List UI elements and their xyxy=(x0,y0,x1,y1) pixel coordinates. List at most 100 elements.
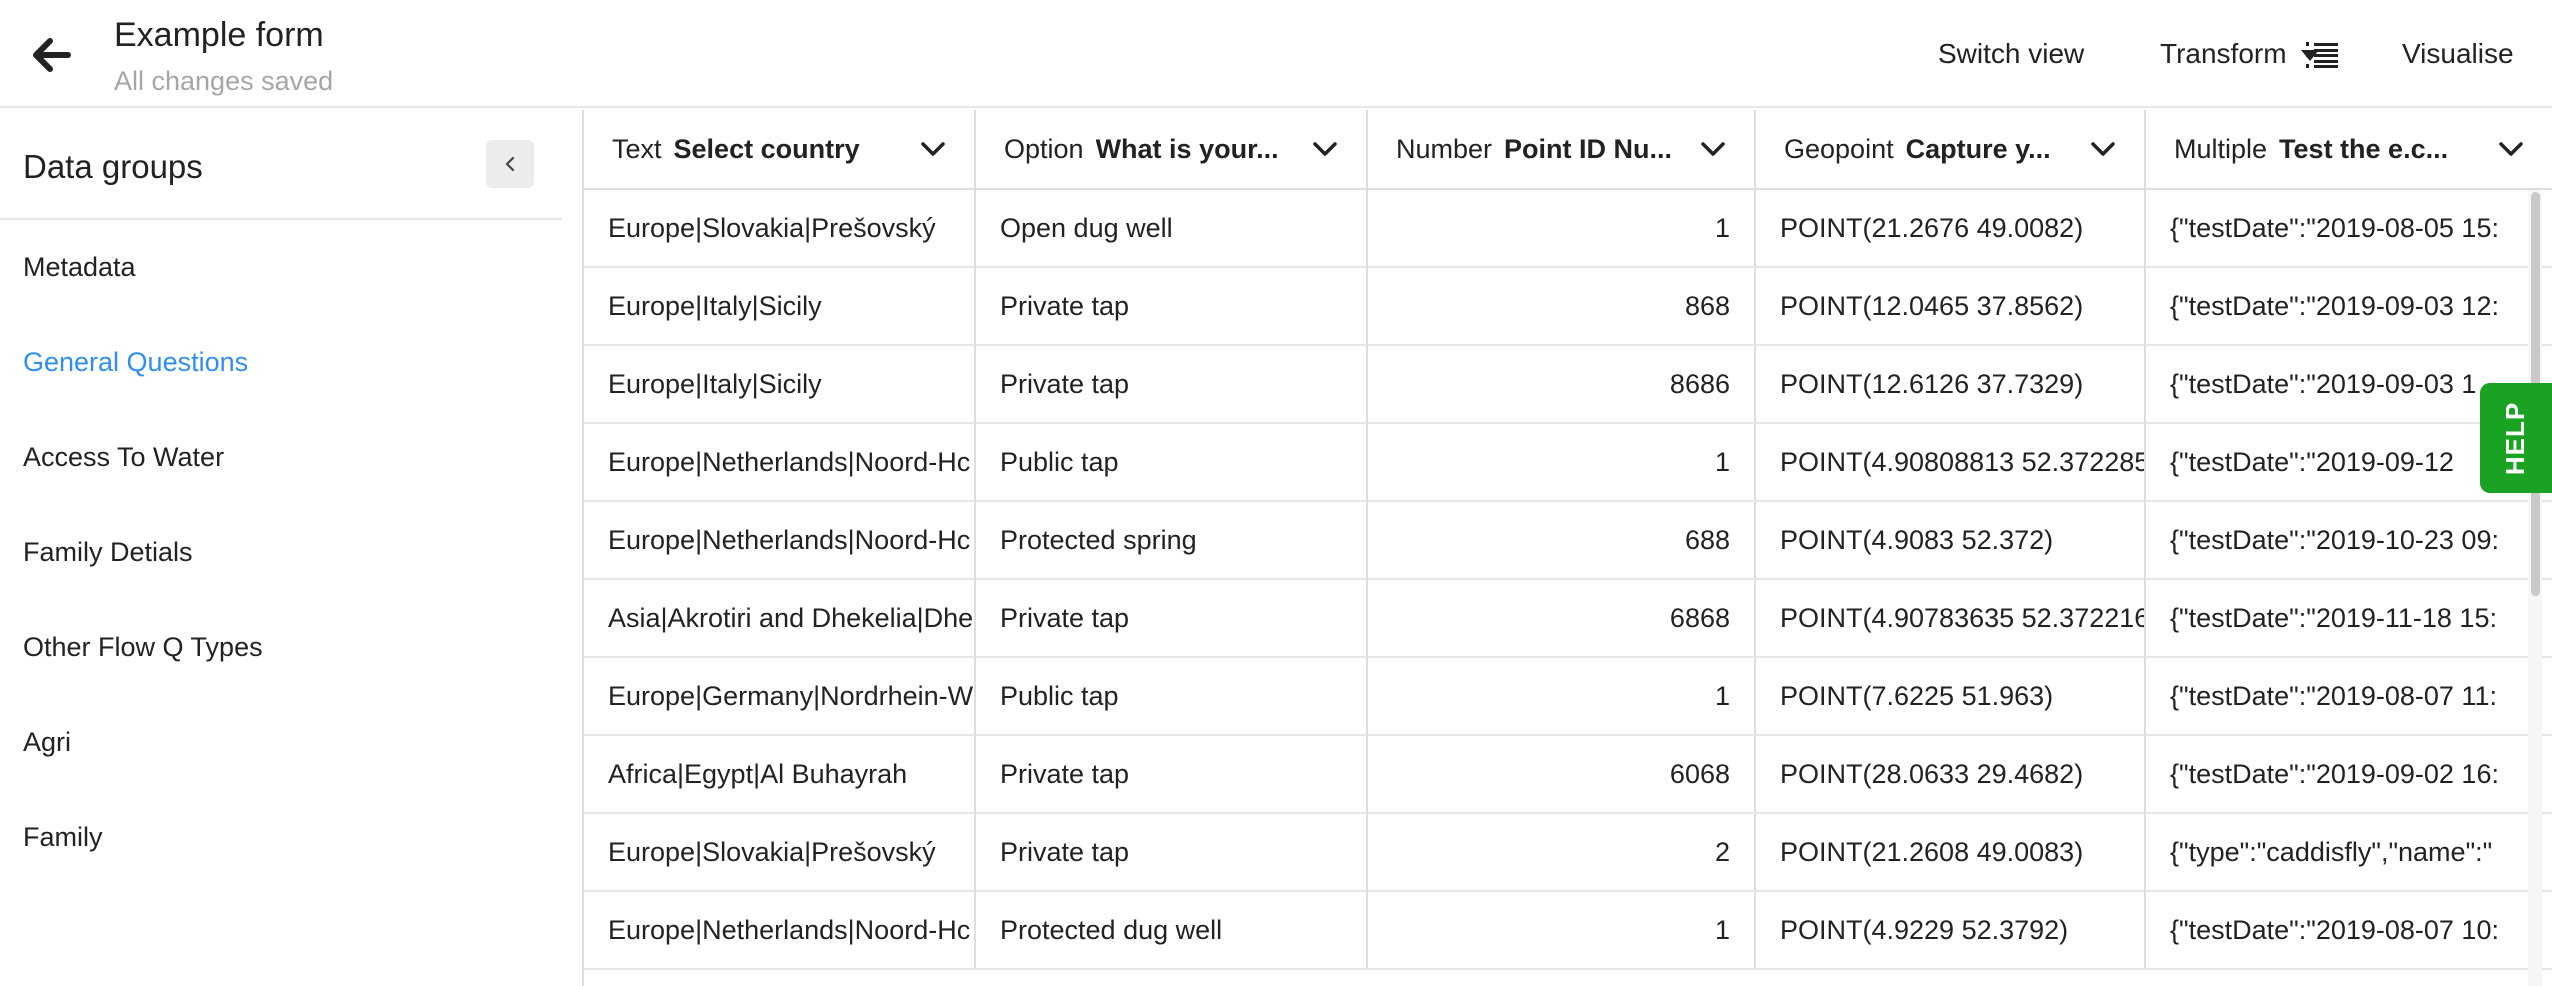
chevron-down-icon xyxy=(1701,142,1725,156)
table-cell[interactable]: POINT(4.9229 52.3792) xyxy=(1756,892,2146,970)
form-title: Example form xyxy=(114,16,324,54)
table-cell[interactable]: POINT(4.9083 52.372) xyxy=(1756,502,2146,580)
table-row: Asia|Akrotiri and Dhekelia|Dhe Private ta… xyxy=(584,580,2552,658)
table-cell[interactable]: 8686 xyxy=(1368,346,1756,424)
chevron-down-icon xyxy=(921,142,945,156)
table-cell[interactable]: POINT(4.90783635 52.372216 xyxy=(1756,580,2146,658)
transform-dropdown[interactable]: Transform xyxy=(2160,38,2319,70)
save-status: All changes saved xyxy=(114,66,334,96)
sidebar-item-other-flow-q-types[interactable]: Other Flow Q Types xyxy=(23,632,263,663)
column-name: Capture y... xyxy=(1905,133,2051,164)
table-cell[interactable]: Europe|Netherlands|Noord-Hc xyxy=(584,892,976,970)
chevron-left-icon xyxy=(505,156,515,172)
table-cell[interactable]: Europe|Netherlands|Noord-Hc xyxy=(584,424,976,502)
table-row: Europe|Slovakia|Prešovský Open dug well 1 P… xyxy=(584,190,2552,268)
table-cell[interactable]: POINT(12.0465 37.8562) xyxy=(1756,268,2146,346)
column-type: Option xyxy=(1004,133,1084,164)
table-cell[interactable]: Europe|Italy|Sicily xyxy=(584,268,976,346)
table-cell[interactable]: 6068 xyxy=(1368,736,1756,814)
table-cell[interactable]: {"testDate":"2019-10-23 09: xyxy=(2146,502,2552,580)
chevron-down-icon xyxy=(2091,142,2115,156)
back-arrow-icon[interactable] xyxy=(30,34,72,76)
collapse-sidebar-button[interactable] xyxy=(486,140,534,188)
table-cell[interactable]: 1 xyxy=(1368,190,1756,268)
table-cell[interactable]: 868 xyxy=(1368,268,1756,346)
table-cell[interactable]: Europe|Slovakia|Prešovský xyxy=(584,190,976,268)
chevron-down-icon xyxy=(1313,142,1337,156)
table-cell[interactable]: Public tap xyxy=(976,658,1368,736)
transform-label: Transform xyxy=(2160,38,2287,69)
table-cell[interactable]: 1 xyxy=(1368,892,1756,970)
table-row: Europe|Germany|Nordrhein-W Public tap 1 POI… xyxy=(584,658,2552,736)
table-cell[interactable]: Private tap xyxy=(976,814,1368,892)
data-table: Text Select country Option What is your... N… xyxy=(582,110,2552,986)
table-cell[interactable]: POINT(12.6126 37.7329) xyxy=(1756,346,2146,424)
table-cell[interactable]: Protected dug well xyxy=(976,892,1368,970)
table-row: Europe|Netherlands|Noord-Hc Public tap 1 PO… xyxy=(584,424,2552,502)
app-header: Example form All changes saved Switch vi… xyxy=(0,0,2552,108)
column-name: Select country xyxy=(673,133,860,164)
table-cell[interactable]: Private tap xyxy=(976,580,1368,658)
sidebar-item-general-questions[interactable]: General Questions xyxy=(23,347,248,378)
column-header[interactable]: Number Point ID Nu... xyxy=(1368,110,1756,190)
sidebar-item-family-detials[interactable]: Family Detials xyxy=(23,537,193,568)
table-cell[interactable]: POINT(21.2608 49.0083) xyxy=(1756,814,2146,892)
switch-view-button[interactable]: Switch view xyxy=(1938,38,2084,70)
table-cell[interactable]: POINT(21.2676 49.0082) xyxy=(1756,190,2146,268)
table-cell[interactable]: POINT(28.0633 29.4682) xyxy=(1756,736,2146,814)
chevron-down-icon xyxy=(2499,142,2523,156)
table-row: Europe|Italy|Sicily Private tap 868 POINT(1… xyxy=(584,268,2552,346)
table-cell[interactable]: POINT(4.90808813 52.372285 xyxy=(1756,424,2146,502)
table-cell[interactable]: Europe|Italy|Sicily xyxy=(584,346,976,424)
column-type: Geopoint xyxy=(1784,133,1894,164)
column-name: Test the e.c... xyxy=(2279,133,2449,164)
sidebar-item-metadata[interactable]: Metadata xyxy=(23,252,136,283)
table-cell[interactable]: Europe|Netherlands|Noord-Hc xyxy=(584,502,976,580)
table-cell[interactable]: {"testDate":"2019-08-07 10: xyxy=(2146,892,2552,970)
table-cell[interactable]: Africa|Egypt|Al Buhayrah xyxy=(584,736,976,814)
table-row: Europe|Italy|Sicily Private tap 8686 POINT(… xyxy=(584,346,2552,424)
table-cell[interactable]: 688 xyxy=(1368,502,1756,580)
table-cell[interactable]: {"testDate":"2019-09-03 12: xyxy=(2146,268,2552,346)
sidebar-title: Data groups xyxy=(23,148,203,185)
data-groups-sidebar: Data groups Metadata General Questions A… xyxy=(0,108,562,986)
column-header[interactable]: Text Select country xyxy=(584,110,976,190)
sidebar-item-family[interactable]: Family xyxy=(23,822,103,853)
list-numbered-icon[interactable] xyxy=(2306,40,2338,70)
table-cell[interactable]: Public tap xyxy=(976,424,1368,502)
column-name: What is your... xyxy=(1095,133,1279,164)
table-row: Europe|Netherlands|Noord-Hc Protected spr… xyxy=(584,502,2552,580)
table-cell[interactable]: {"testDate":"2019-08-07 11: xyxy=(2146,658,2552,736)
table-cell[interactable]: Asia|Akrotiri and Dhekelia|Dhe xyxy=(584,580,976,658)
table-cell[interactable]: Private tap xyxy=(976,346,1368,424)
table-cell[interactable]: Europe|Germany|Nordrhein-W xyxy=(584,658,976,736)
table-cell[interactable]: {"testDate":"2019-08-05 15: xyxy=(2146,190,2552,268)
help-label: HELP xyxy=(2500,401,2531,475)
table-cell[interactable]: 6868 xyxy=(1368,580,1756,658)
table-cell[interactable]: Europe|Slovakia|Prešovský xyxy=(584,814,976,892)
table-cell[interactable]: Private tap xyxy=(976,268,1368,346)
table-cell[interactable]: Protected spring xyxy=(976,502,1368,580)
column-type: Multiple xyxy=(2174,133,2268,164)
sidebar-item-access-to-water[interactable]: Access To Water xyxy=(23,442,224,473)
sidebar-item-agri[interactable]: Agri xyxy=(23,727,71,758)
table-cell[interactable]: 1 xyxy=(1368,424,1756,502)
table-cell[interactable]: POINT(7.6225 51.963) xyxy=(1756,658,2146,736)
table-cell[interactable]: 1 xyxy=(1368,658,1756,736)
column-header[interactable]: Option What is your... xyxy=(976,110,1368,190)
column-header[interactable]: Geopoint Capture y... xyxy=(1756,110,2146,190)
table-cell[interactable]: {"type":"caddisfly","name":" xyxy=(2146,814,2552,892)
table-row: Europe|Slovakia|Prešovský Private tap 2 POI… xyxy=(584,814,2552,892)
table-row: Africa|Egypt|Al Buhayrah Private tap 6068 P… xyxy=(584,736,2552,814)
column-type: Number xyxy=(1396,133,1493,164)
table-cell[interactable]: {"testDate":"2019-09-02 16: xyxy=(2146,736,2552,814)
table-row: Europe|Netherlands|Noord-Hc Protected dug… xyxy=(584,892,2552,970)
table-cell[interactable]: {"testDate":"2019-11-18 15: xyxy=(2146,580,2552,658)
table-cell[interactable]: Open dug well xyxy=(976,190,1368,268)
column-header[interactable]: Multiple Test the e.c... xyxy=(2146,110,2552,190)
table-cell[interactable]: Private tap xyxy=(976,736,1368,814)
table-cell[interactable]: 2 xyxy=(1368,814,1756,892)
column-name: Point ID Nu... xyxy=(1504,133,1673,164)
help-button[interactable]: HELP xyxy=(2480,383,2552,493)
visualise-button[interactable]: Visualise xyxy=(2402,38,2514,70)
